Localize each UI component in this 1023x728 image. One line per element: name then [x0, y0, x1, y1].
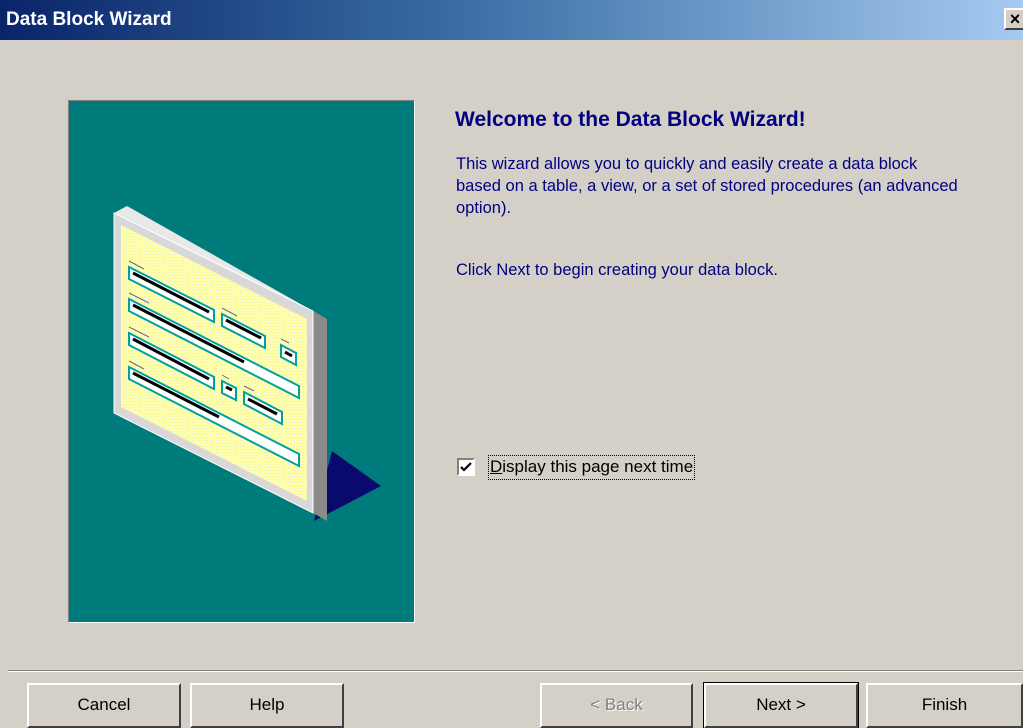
- window-title: Data Block Wizard: [6, 9, 172, 30]
- display-next-time-checkbox[interactable]: [457, 458, 475, 476]
- title-bar: Data Block Wizard ×: [0, 0, 1023, 40]
- instructions-text: Click Next to begin creating your data b…: [456, 261, 778, 279]
- display-next-time-label[interactable]: Display this page next time: [487, 455, 696, 480]
- wizard-illustration: [68, 100, 415, 623]
- back-button[interactable]: < Back: [540, 683, 693, 728]
- next-button[interactable]: Next >: [703, 682, 859, 728]
- finish-button[interactable]: Finish: [866, 683, 1023, 728]
- cancel-button[interactable]: Cancel: [27, 683, 181, 728]
- welcome-description: This wizard allows you to quickly and ea…: [456, 155, 958, 217]
- help-button[interactable]: Help: [190, 683, 344, 728]
- data-form-board-icon: [113, 206, 381, 521]
- welcome-heading: Welcome to the Data Block Wizard!: [455, 108, 806, 131]
- button-separator: [8, 670, 1023, 672]
- checkmark-icon: [460, 462, 472, 472]
- close-icon: ×: [1009, 9, 1021, 29]
- close-button[interactable]: ×: [1004, 8, 1023, 30]
